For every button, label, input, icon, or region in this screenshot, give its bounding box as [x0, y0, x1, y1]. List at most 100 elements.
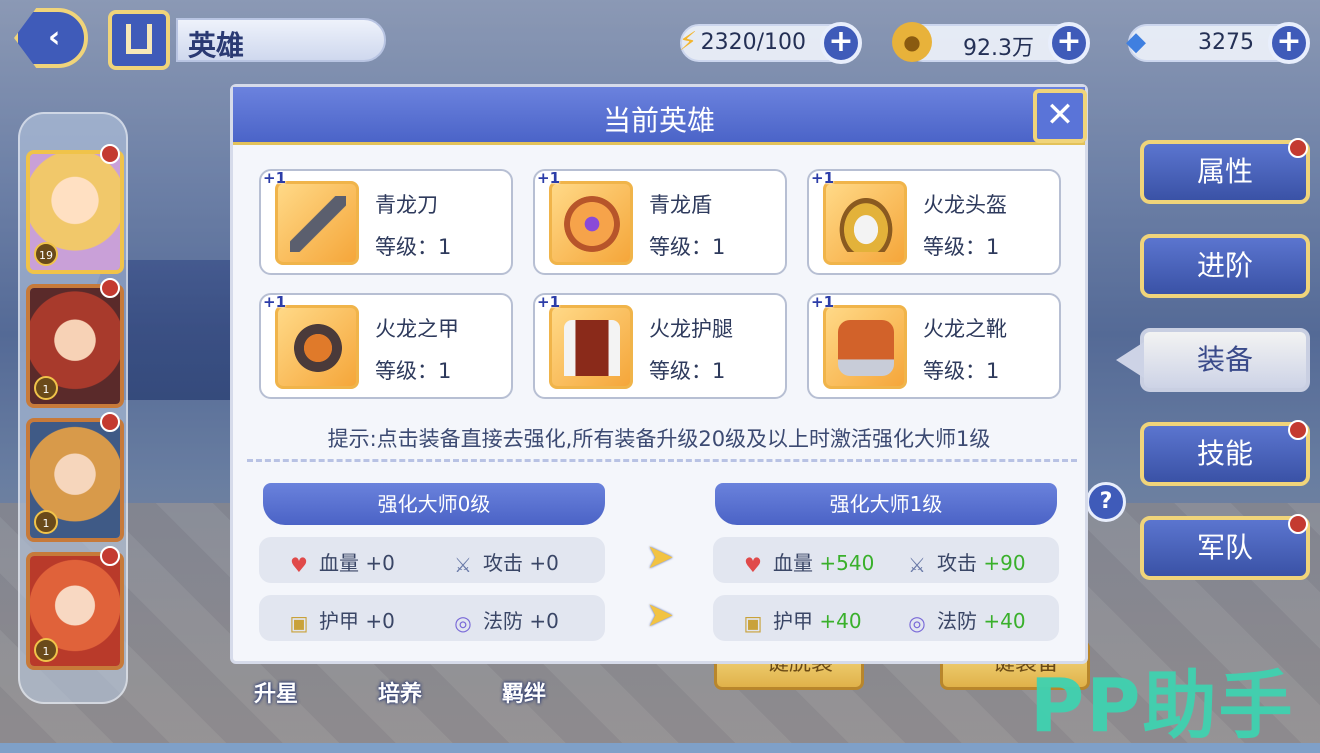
arrow-right-icon: ➤	[645, 595, 675, 635]
equipment-level: 等级：1	[923, 359, 1000, 383]
hp-label: 血量	[319, 551, 359, 575]
armor-value: +40	[819, 609, 862, 633]
hero-level-badge: 1	[34, 638, 58, 662]
current-hero-dialog: 当前英雄 ✕ +1 青龙刀 等级：1 +1 青龙盾 等级：1 +1 火龙头盔 等…	[230, 84, 1088, 664]
castle-icon	[126, 24, 152, 54]
hp-value: +540	[819, 551, 875, 575]
helmet-icon	[823, 181, 907, 265]
add-energy-button[interactable]: +	[820, 22, 862, 64]
equipment-slot-boots[interactable]: +1 火龙之靴 等级：1	[807, 293, 1061, 399]
magic-resist-value: +0	[529, 609, 559, 633]
gold-coin-icon: ●	[892, 22, 932, 62]
diamond-icon: ◆	[1126, 27, 1146, 57]
attack-label: 攻击	[937, 551, 977, 575]
enhance-badge: +1	[811, 169, 835, 187]
equipment-name: 青龙盾	[649, 193, 712, 217]
energy-resource: ⚡ 2320/100 +	[679, 22, 862, 64]
notification-dot	[1288, 420, 1308, 440]
tab-army[interactable]: 军队	[1140, 516, 1310, 580]
attack-label: 攻击	[483, 551, 523, 575]
attack-value: +90	[983, 551, 1026, 575]
tab-cultivate[interactable]: 培养	[378, 676, 422, 708]
dashed-divider	[247, 459, 1077, 462]
current-master-title: 强化大师0级	[263, 483, 605, 525]
tab-advance[interactable]: 进阶	[1140, 234, 1310, 298]
hero-level-badge: 19	[34, 242, 58, 266]
add-gem-button[interactable]: +	[1268, 22, 1310, 64]
enhance-badge: +1	[537, 169, 561, 187]
current-stats-row-1: ♥ 血量 +0 ⚔ 攻击 +0	[259, 537, 605, 583]
boots-icon	[823, 305, 907, 389]
enhance-badge: +1	[811, 293, 835, 311]
gem-resource: ◆ 3275 +	[1126, 22, 1310, 64]
equipment-slot-helmet[interactable]: +1 火龙头盔 等级：1	[807, 169, 1061, 275]
equipment-level: 等级：1	[375, 235, 452, 259]
gem-value: 3275	[1198, 30, 1254, 55]
add-gold-button[interactable]: +	[1048, 22, 1090, 64]
sword-stat-icon: ⚔	[454, 552, 472, 577]
pp-assistant-watermark: PP助手	[1030, 663, 1295, 749]
equipment-slot-weapon[interactable]: +1 青龙刀 等级：1	[259, 169, 513, 275]
shield-icon	[549, 181, 633, 265]
next-stats-row-2: ▣ 护甲 +40 ◎ 法防 +40	[713, 595, 1059, 641]
enhance-badge: +1	[263, 169, 287, 187]
page-title-bar: 英雄	[176, 18, 386, 62]
notification-dot	[100, 546, 120, 566]
heart-icon: ♥	[744, 552, 762, 577]
tab-attributes[interactable]: 属性	[1140, 140, 1310, 204]
tab-star-up[interactable]: 升星	[254, 676, 298, 708]
armor-value: +0	[365, 609, 395, 633]
dialog-title: 当前英雄	[602, 104, 715, 137]
energy-value: 2320/100	[700, 30, 806, 55]
armor-label: 护甲	[773, 609, 813, 633]
tab-equipment[interactable]: 装备	[1116, 328, 1310, 392]
current-stats-row-2: ▣ 护甲 +0 ◎ 法防 +0	[259, 595, 605, 641]
hero-portrait[interactable]: 1	[26, 552, 124, 670]
enhance-hint-text: 提示:点击装备直接去强化,所有装备升级20级及以上时激活强化大师1级	[327, 427, 991, 451]
dialog-header: 当前英雄	[233, 87, 1085, 145]
equipment-name: 火龙之靴	[923, 317, 1007, 341]
hero-list[interactable]: 19 1 1 1	[18, 112, 128, 704]
sword-icon	[275, 181, 359, 265]
hero-portrait[interactable]: 1	[26, 418, 124, 542]
equipment-name: 青龙刀	[375, 193, 438, 217]
equipment-slot-leggings[interactable]: +1 火龙护腿 等级：1	[533, 293, 787, 399]
notification-dot	[1288, 138, 1308, 158]
equipment-level: 等级：1	[649, 359, 726, 383]
leggings-icon	[549, 305, 633, 389]
gold-resource: ● 92.3万 +	[892, 22, 1090, 64]
notification-dot	[100, 144, 120, 164]
hero-portrait[interactable]: 1	[26, 284, 124, 408]
gold-value: 92.3万	[963, 36, 1034, 61]
equipment-name: 火龙护腿	[649, 317, 733, 341]
notification-dot	[100, 412, 120, 432]
enhance-badge: +1	[263, 293, 287, 311]
heart-icon: ♥	[290, 552, 308, 577]
close-button[interactable]: ✕	[1033, 89, 1087, 143]
enhance-badge: +1	[537, 293, 561, 311]
tab-skills[interactable]: 技能	[1140, 422, 1310, 486]
help-question-button[interactable]: ?	[1086, 482, 1126, 522]
equipment-name: 火龙之甲	[375, 317, 459, 341]
equipment-slot-armor[interactable]: +1 火龙之甲 等级：1	[259, 293, 513, 399]
page-title: 英雄	[188, 29, 245, 62]
armor-stat-icon: ▣	[289, 610, 309, 635]
attack-value: +0	[529, 551, 559, 575]
equipment-level: 等级：1	[923, 235, 1000, 259]
equipment-name: 火龙头盔	[923, 193, 1007, 217]
next-stats-row-1: ♥ 血量 +540 ⚔ 攻击 +90	[713, 537, 1059, 583]
hero-portrait[interactable]: 19	[26, 150, 124, 274]
sword-stat-icon: ⚔	[908, 552, 926, 577]
hero-level-badge: 1	[34, 376, 58, 400]
close-icon: ✕	[1045, 95, 1075, 135]
equipment-level: 等级：1	[649, 235, 726, 259]
notification-dot	[1288, 514, 1308, 534]
castle-home-button[interactable]	[108, 10, 170, 70]
arrow-right-icon: ➤	[645, 537, 675, 577]
armor-label: 护甲	[319, 609, 359, 633]
magic-resist-icon: ◎	[908, 610, 926, 635]
tab-bond[interactable]: 羁绊	[502, 676, 546, 708]
armor-stat-icon: ▣	[743, 610, 763, 635]
hp-value: +0	[365, 551, 395, 575]
equipment-slot-shield[interactable]: +1 青龙盾 等级：1	[533, 169, 787, 275]
